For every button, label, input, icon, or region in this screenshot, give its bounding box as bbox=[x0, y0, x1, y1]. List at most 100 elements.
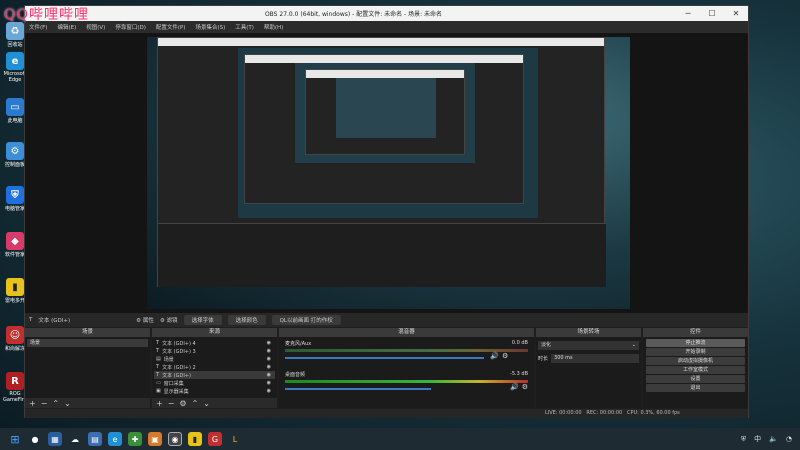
shield-icon[interactable]: ⛨ bbox=[741, 435, 746, 444]
task-view-icon[interactable]: ▦ bbox=[48, 432, 62, 446]
menu-scene-collection[interactable]: 场景集合(S) bbox=[195, 23, 225, 31]
list-item[interactable]: ▣ 显示器采集 ◉ bbox=[154, 387, 275, 395]
notification-icon[interactable]: ◔ bbox=[786, 435, 792, 443]
eye-icon[interactable]: ◉ bbox=[267, 372, 271, 378]
down-icon[interactable]: ⌄ bbox=[64, 399, 71, 408]
emulator-icon[interactable]: ▮ bbox=[188, 432, 202, 446]
gear-icon[interactable]: ⚙ bbox=[179, 399, 186, 408]
stop-streaming-button[interactable]: 停止推流 bbox=[646, 339, 745, 347]
transitions-dock: 场景转场 淡化 ⌄ 时长 300 ms bbox=[536, 328, 641, 408]
window-icon: ▭ bbox=[156, 380, 161, 386]
cloud-icon[interactable]: ☁ bbox=[68, 432, 82, 446]
scenes-title: 场景 bbox=[25, 328, 150, 337]
exit-button[interactable]: 退出 bbox=[646, 384, 745, 392]
mixer-track-mic: 麦克风/Aux 0.0 dB 🔊 ⚙ bbox=[285, 340, 528, 360]
controls-title: 控件 bbox=[643, 328, 748, 337]
list-item[interactable]: T 文本 (GDI+) ◉ bbox=[154, 371, 275, 379]
list-item[interactable]: ▤ 场景 ◉ bbox=[154, 355, 275, 363]
eye-icon[interactable]: ◉ bbox=[267, 340, 271, 346]
xbox-icon[interactable]: ✚ bbox=[128, 432, 142, 446]
obs-icon[interactable]: ◉ bbox=[168, 432, 182, 446]
speaker-icon[interactable]: 🔊 bbox=[490, 352, 499, 360]
volume-slider[interactable] bbox=[285, 356, 485, 359]
studio-mode-button[interactable]: 工作室模式 bbox=[646, 366, 745, 374]
transitions-title: 场景转场 bbox=[536, 328, 641, 337]
nested-window-3 bbox=[305, 69, 465, 155]
preview-area[interactable] bbox=[25, 33, 748, 313]
minimize-icon[interactable]: ─ bbox=[676, 9, 700, 18]
scenes-toolbar: + − ⌃ ⌄ bbox=[25, 398, 150, 408]
dock-area: 场景 场景 + − ⌃ ⌄ 来源 T 文本 (GDI+) 4 ◉ T 文本 (GDI+) 3… bbox=[25, 328, 748, 408]
duration-field[interactable]: 300 ms bbox=[551, 354, 639, 363]
close-icon[interactable]: ✕ bbox=[724, 9, 748, 18]
source-toolbar: T 文本 (GDI+) ⚙ 属性 ⚙ 滤镜 选择字体 选择颜色 QL以前画面 打… bbox=[25, 313, 748, 327]
eye-icon[interactable]: ◉ bbox=[267, 348, 271, 354]
menu-view[interactable]: 视图(V) bbox=[86, 23, 105, 31]
eye-icon[interactable]: ◉ bbox=[267, 364, 271, 370]
maximize-icon[interactable]: ☐ bbox=[700, 9, 724, 18]
menu-file[interactable]: 文件(F) bbox=[29, 23, 47, 31]
remove-icon[interactable]: − bbox=[41, 399, 48, 408]
explorer-icon[interactable]: ▤ bbox=[88, 432, 102, 446]
transition-select[interactable]: 淡化 ⌄ bbox=[538, 341, 639, 350]
language-indicator[interactable]: 中 bbox=[754, 434, 761, 444]
menu-profile[interactable]: 配置文件(P) bbox=[156, 23, 186, 31]
menu-edit[interactable]: 编辑(E) bbox=[57, 23, 76, 31]
sources-title: 来源 bbox=[152, 328, 277, 337]
speaker-icon[interactable]: 🔊 bbox=[510, 383, 519, 391]
shield-icon: ⛨ bbox=[6, 186, 24, 204]
gear-icon[interactable]: ⚙ bbox=[502, 352, 508, 360]
select-font-button[interactable]: 选择字体 bbox=[183, 315, 222, 325]
rec-status: REC: 00:00:00 bbox=[586, 410, 623, 416]
computer-icon: ▭ bbox=[6, 98, 24, 116]
volume-icon[interactable]: 🔈 bbox=[769, 435, 778, 443]
volume-slider[interactable] bbox=[285, 387, 431, 390]
lol-icon[interactable]: L bbox=[228, 432, 242, 446]
filters-button[interactable]: ⚙ 滤镜 bbox=[160, 316, 178, 324]
properties-button[interactable]: ⚙ 属性 bbox=[136, 316, 154, 324]
menu-help[interactable]: 帮助(H) bbox=[264, 23, 283, 31]
emulator-icon: ▮ bbox=[6, 278, 24, 296]
up-icon[interactable]: ⌃ bbox=[192, 399, 199, 408]
sources-toolbar: + − ⚙ ⌃ ⌄ bbox=[152, 398, 277, 408]
text-value-field[interactable]: QL以前画面 打的作权 bbox=[271, 315, 341, 325]
list-item[interactable]: 场景 bbox=[27, 339, 148, 347]
title-bar: OBS 27.0.0 (64bit, windows) - 配置文件: 未命名 … bbox=[25, 6, 748, 21]
add-icon[interactable]: + bbox=[156, 399, 163, 408]
edge-icon[interactable]: e bbox=[108, 432, 122, 446]
menu-tools[interactable]: 工具(T) bbox=[235, 23, 254, 31]
list-item[interactable]: ▭ 窗口采集 ◉ bbox=[154, 379, 275, 387]
scenes-list: 场景 bbox=[25, 337, 150, 398]
mixer-title: 混音器 bbox=[279, 328, 534, 337]
list-item[interactable]: T 文本 (GDI+) 3 ◉ bbox=[154, 347, 275, 355]
list-item[interactable]: T 文本 (GDI+) 2 ◉ bbox=[154, 363, 275, 371]
virtual-camera-button[interactable]: 启动虚拟摄像机 bbox=[646, 357, 745, 365]
monitor-icon: ▣ bbox=[156, 388, 161, 394]
live-status: LIVE: 00:00:00 bbox=[545, 410, 582, 416]
edge-icon: e bbox=[6, 52, 24, 70]
down-icon[interactable]: ⌄ bbox=[203, 399, 210, 408]
gear-icon[interactable]: ⚙ bbox=[522, 383, 528, 391]
text-icon: T bbox=[156, 348, 160, 354]
cpu-status: CPU: 0.3%, 60.00 fps bbox=[627, 410, 680, 416]
menu-docks[interactable]: 停靠窗口(D) bbox=[115, 23, 146, 31]
nested-window-2 bbox=[244, 54, 524, 204]
app-icon[interactable]: ▣ bbox=[148, 432, 162, 446]
up-icon[interactable]: ⌃ bbox=[52, 399, 59, 408]
list-item[interactable]: T 文本 (GDI+) 4 ◉ bbox=[154, 339, 275, 347]
transitions-body: 淡化 ⌄ 时长 300 ms bbox=[536, 337, 641, 408]
start-recording-button[interactable]: 开始录制 bbox=[646, 348, 745, 356]
nested-window-1 bbox=[157, 37, 606, 287]
eye-icon[interactable]: ◉ bbox=[267, 356, 271, 362]
preview-canvas bbox=[147, 37, 630, 309]
select-color-button[interactable]: 选择颜色 bbox=[227, 315, 266, 325]
add-icon[interactable]: + bbox=[29, 399, 36, 408]
windows-start-icon[interactable]: ⊞ bbox=[8, 432, 22, 446]
remove-icon[interactable]: − bbox=[168, 399, 175, 408]
search-icon[interactable]: ● bbox=[28, 432, 42, 446]
settings-button[interactable]: 设置 bbox=[646, 375, 745, 383]
game-g-icon[interactable]: G bbox=[208, 432, 222, 446]
eye-icon[interactable]: ◉ bbox=[267, 380, 271, 386]
eye-icon[interactable]: ◉ bbox=[267, 388, 271, 394]
source-name: 文本 (GDI+) bbox=[38, 318, 71, 324]
